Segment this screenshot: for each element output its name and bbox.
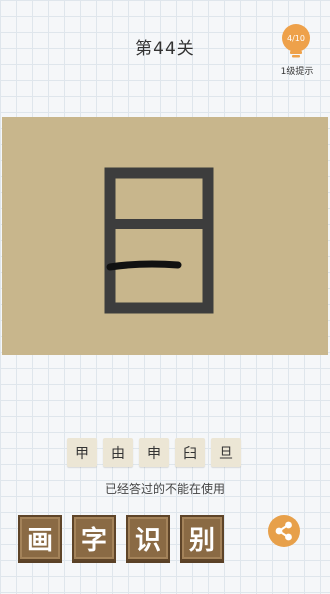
answer-choices: 甲 由 申 臼 旦: [67, 438, 241, 467]
hint-button[interactable]: 4/10: [279, 23, 313, 59]
share-icon: [275, 521, 292, 541]
title-tile: 画: [18, 515, 62, 561]
title-tile: 字: [72, 515, 116, 561]
hint-count: 4/10: [287, 34, 305, 43]
hint-level-label: 1级提示: [280, 67, 314, 77]
choice-tile[interactable]: 申: [139, 438, 169, 467]
drawing-canvas[interactable]: [2, 117, 328, 355]
choice-tile[interactable]: 甲: [67, 438, 97, 467]
app-title: 画 字 识 别: [18, 515, 224, 561]
choice-tile[interactable]: 臼: [175, 438, 205, 467]
choice-tile[interactable]: 旦: [211, 438, 241, 467]
title-tile: 别: [180, 515, 224, 561]
drawn-character: [104, 167, 214, 314]
choice-tile[interactable]: 由: [103, 438, 133, 467]
share-button[interactable]: [268, 515, 300, 547]
notice-text: 已经答过的不能在使用: [104, 482, 225, 496]
title-tile: 识: [126, 515, 170, 561]
